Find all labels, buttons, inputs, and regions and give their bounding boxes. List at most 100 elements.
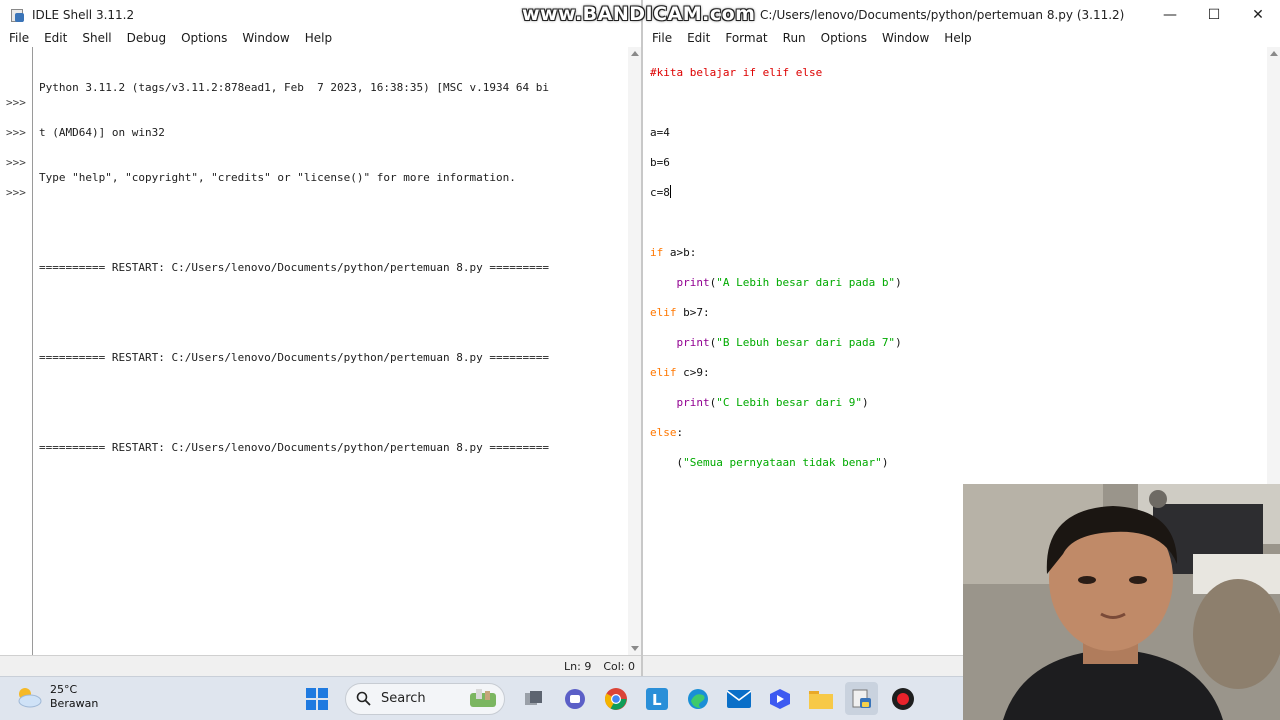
shell-menubar: File Edit Shell Debug Options Window Hel…: [0, 29, 641, 47]
editor-menu-format[interactable]: Format: [719, 31, 773, 45]
elif-condition: c>9:: [676, 366, 710, 379]
shell-line: Type "help", "copyright", "credits" or "…: [39, 171, 516, 184]
edge-icon[interactable]: [681, 682, 714, 715]
shell-prompt-gutter: >>> >>> >>> >>>: [0, 47, 33, 655]
editor-menu-file[interactable]: File: [646, 31, 678, 45]
code-line-c: c=8: [650, 185, 1250, 200]
shell-line: Python 3.11.2 (tags/v3.11.2:878ead1, Feb…: [39, 81, 549, 94]
shell-line: ========== RESTART: C:/Users/lenovo/Docu…: [39, 351, 549, 364]
scroll-up-icon[interactable]: [631, 51, 639, 56]
svg-text:L: L: [652, 691, 662, 709]
string-literal: "Semua pernyataan tidak benar": [683, 456, 882, 469]
editor-menu-window[interactable]: Window: [876, 31, 935, 45]
code-line-print3: print("C Lebih besar dari 9"): [676, 396, 869, 409]
webcam-overlay: [963, 484, 1280, 720]
editor-menu-run[interactable]: Run: [777, 31, 812, 45]
code-line-a: a=4: [650, 126, 670, 139]
weather-temperature: 25°C: [50, 683, 78, 696]
task-view-icon[interactable]: [517, 682, 550, 715]
weather-cloud-icon: [18, 688, 42, 708]
scroll-down-icon[interactable]: [631, 646, 639, 651]
shell-menu-debug[interactable]: Debug: [121, 31, 172, 45]
code-line-print2: print("B Lebuh besar dari pada 7"): [676, 336, 902, 349]
shell-menu-window[interactable]: Window: [236, 31, 295, 45]
keyword-if: if: [650, 246, 664, 259]
code-c: c=8: [650, 186, 670, 199]
status-line: Ln: 9: [564, 659, 592, 673]
taskbar-apps: Search L: [300, 682, 919, 715]
prompt-marker: >>>: [6, 186, 26, 199]
file-explorer-icon[interactable]: [804, 682, 837, 715]
record-icon[interactable]: [886, 682, 919, 715]
weather-widget[interactable]: 25°C Berawan: [16, 683, 98, 711]
search-icon: [356, 691, 371, 706]
shell-menu-edit[interactable]: Edit: [38, 31, 73, 45]
webcam-person-image: [963, 484, 1280, 720]
text-cursor: [669, 185, 671, 198]
shell-menu-help[interactable]: Help: [299, 31, 338, 45]
builtin-print: print: [676, 276, 710, 289]
shell-menu-shell[interactable]: Shell: [76, 31, 117, 45]
shell-scrollbar[interactable]: [628, 47, 641, 655]
idle-shell-window: IDLE Shell 3.11.2 File Edit Shell Debug …: [0, 0, 643, 676]
close-icon[interactable]: ✕: [1236, 0, 1280, 29]
windows-taskbar: 25°C Berawan Search L: [0, 676, 963, 720]
windows-start-icon[interactable]: [300, 682, 333, 715]
idle-app-icon: [10, 7, 26, 23]
chrome-icon[interactable]: [599, 682, 632, 715]
mail-icon[interactable]: [722, 682, 755, 715]
shell-line: t (AMD64)] on win32: [39, 126, 165, 139]
shell-menu-options[interactable]: Options: [175, 31, 233, 45]
code-line-print1: print("A Lebih besar dari pada b"): [676, 276, 902, 289]
keyword-elif: elif: [650, 366, 677, 379]
shell-line: ========== RESTART: C:/Users/lenovo/Docu…: [39, 441, 549, 454]
editor-menu-options[interactable]: Options: [815, 31, 873, 45]
string-literal: "A Lebih besar dari pada b": [716, 276, 896, 289]
python-idle-icon[interactable]: [845, 682, 878, 715]
code-comment: #kita belajar if elif else: [650, 66, 823, 79]
weather-condition: Berawan: [50, 697, 99, 710]
if-condition: a>b:: [663, 246, 697, 259]
status-col: Col: 0: [603, 659, 635, 673]
shell-title: IDLE Shell 3.11.2: [32, 7, 135, 22]
code-line-if: if a>b:: [650, 245, 1250, 260]
widgets-icon: [470, 688, 496, 707]
teams-icon[interactable]: [558, 682, 591, 715]
code-line-elif1: elif b>7:: [650, 305, 1250, 320]
code-editor[interactable]: #kita belajar if elif else a=4 b=6 c=8 i…: [650, 50, 1250, 500]
string-literal: "C Lebih besar dari 9": [716, 396, 862, 409]
taskbar-search[interactable]: Search: [345, 682, 505, 715]
prompt-marker: >>>: [6, 96, 26, 109]
shell-line: ========== RESTART: C:/Users/lenovo/Docu…: [39, 261, 549, 274]
code-line-last: ("Semua pernyataan tidak benar"): [650, 456, 889, 469]
shell-statusbar: Ln: 9 Col: 0: [0, 655, 641, 676]
code-line-else: else:: [650, 425, 1250, 440]
prompt-marker: >>>: [6, 126, 26, 139]
video-editor-icon[interactable]: [763, 682, 796, 715]
scroll-up-icon[interactable]: [1270, 51, 1278, 56]
editor-menu-edit[interactable]: Edit: [681, 31, 716, 45]
builtin-print: print: [676, 396, 710, 409]
maximize-icon[interactable]: ☐: [1192, 0, 1236, 29]
editor-menu-help[interactable]: Help: [938, 31, 977, 45]
shell-output[interactable]: Python 3.11.2 (tags/v3.11.2:878ead1, Feb…: [39, 50, 624, 485]
builtin-print: print: [676, 336, 710, 349]
keyword-else: else: [650, 426, 677, 439]
prompt-marker: >>>: [6, 156, 26, 169]
string-literal: "B Lebuh besar dari pada 7": [716, 336, 896, 349]
editor-menubar: File Edit Format Run Options Window Help: [643, 29, 1280, 47]
code-line-elif2: elif c>9:: [650, 365, 1250, 380]
minimize-icon[interactable]: —: [1148, 0, 1192, 29]
window-controls: — ☐ ✕: [1148, 0, 1280, 29]
lenovo-app-icon[interactable]: L: [640, 682, 673, 715]
elif-condition: b>7:: [676, 306, 710, 319]
shell-menu-file[interactable]: File: [3, 31, 35, 45]
keyword-elif: elif: [650, 306, 677, 319]
code-line-b: b=6: [650, 156, 670, 169]
code-line-comment: #kita belajar if elif else: [650, 65, 1250, 80]
